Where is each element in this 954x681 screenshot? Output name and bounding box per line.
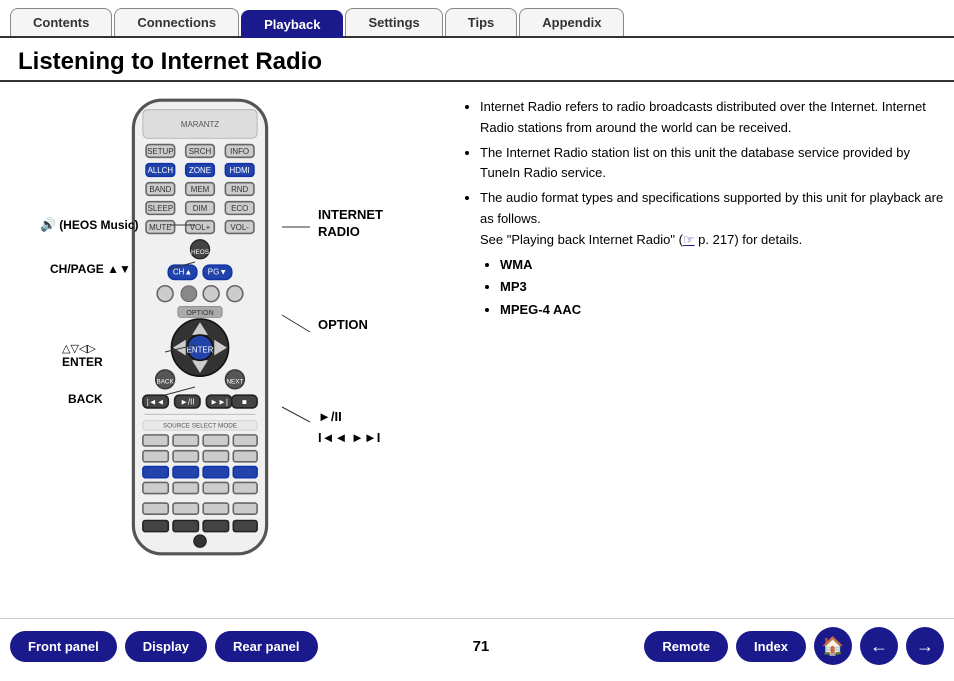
svg-text:VOL+: VOL+	[190, 223, 211, 232]
bullet-list: Internet Radio refers to radio broadcast…	[460, 97, 944, 321]
svg-text:►/II: ►/II	[180, 398, 194, 407]
bullet-2: The Internet Radio station list on this …	[480, 143, 944, 185]
svg-text:SLEEP: SLEEP	[148, 204, 174, 213]
tab-tips[interactable]: Tips	[445, 8, 518, 36]
svg-text:HDMI: HDMI	[230, 166, 250, 175]
front-panel-button[interactable]: Front panel	[10, 631, 117, 662]
remote-area: MARANTZ SETUP SRCH INFO ALLCH ZONE HDMI	[40, 97, 420, 587]
svg-text:ZONE: ZONE	[189, 166, 211, 175]
label-heos-music: 🔊 (HEOS Music)	[40, 217, 139, 233]
page-number: 71	[473, 638, 490, 655]
rear-panel-button[interactable]: Rear panel	[215, 631, 317, 662]
label-internet-radio: INTERNET RADIO	[318, 207, 383, 241]
svg-text:ALLCH: ALLCH	[148, 166, 174, 175]
format-mpeg4aac: MPEG-4 AAC	[500, 300, 944, 321]
home-button[interactable]: 🏠	[814, 627, 852, 665]
svg-text:MUTE: MUTE	[149, 223, 171, 232]
svg-text:RND: RND	[231, 185, 248, 194]
format-wma: WMA	[500, 255, 944, 276]
label-ch-page: CH/PAGE ▲▼	[50, 262, 131, 276]
svg-text:MARANTZ: MARANTZ	[181, 120, 219, 129]
svg-text:SETUP: SETUP	[147, 147, 173, 156]
remote-diagram-section: MARANTZ SETUP SRCH INFO ALLCH ZONE HDMI	[10, 92, 450, 587]
svg-text:NEXT: NEXT	[226, 378, 243, 385]
format-list: WMA MP3 MPEG-4 AAC	[480, 255, 944, 321]
display-button[interactable]: Display	[125, 631, 207, 662]
svg-text:INFO: INFO	[230, 147, 249, 156]
svg-text:■: ■	[242, 398, 247, 407]
top-navigation: Contents Connections Playback Settings T…	[0, 8, 954, 38]
bottom-right-buttons: Remote Index 🏠 ← →	[644, 627, 944, 665]
label-playback-controls: ►/II I◄◄ ►►I	[318, 407, 380, 449]
tab-appendix[interactable]: Appendix	[519, 8, 624, 36]
label-back: BACK	[68, 392, 103, 406]
tab-connections[interactable]: Connections	[114, 8, 239, 36]
svg-text:ECO: ECO	[231, 204, 248, 213]
page-title: Listening to Internet Radio	[0, 38, 954, 82]
index-button[interactable]: Index	[736, 631, 806, 662]
svg-text:DIM: DIM	[193, 204, 208, 213]
svg-text:CH▲: CH▲	[173, 268, 192, 277]
main-content: MARANTZ SETUP SRCH INFO ALLCH ZONE HDMI	[0, 82, 954, 592]
bottom-left-buttons: Front panel Display Rear panel	[10, 631, 318, 662]
svg-text:|◄◄: |◄◄	[147, 398, 165, 407]
tab-playback[interactable]: Playback	[241, 10, 343, 38]
svg-text:BACK: BACK	[156, 378, 174, 385]
remote-button[interactable]: Remote	[644, 631, 728, 662]
format-mp3: MP3	[500, 277, 944, 298]
svg-text:VOL-: VOL-	[230, 223, 249, 232]
svg-text:ENTER: ENTER	[187, 345, 214, 354]
forward-nav-button[interactable]: →	[906, 627, 944, 665]
svg-text:MEM: MEM	[191, 185, 209, 194]
svg-text:SRCH: SRCH	[189, 147, 212, 156]
tab-settings[interactable]: Settings	[345, 8, 442, 36]
info-section: Internet Radio refers to radio broadcast…	[450, 92, 944, 587]
note-link[interactable]: ☞	[683, 232, 695, 247]
bottom-navigation: Front panel Display Rear panel 71 Remote…	[0, 618, 954, 673]
back-nav-button[interactable]: ←	[860, 627, 898, 665]
svg-text:HEOS: HEOS	[191, 249, 209, 256]
label-option: OPTION	[318, 317, 368, 332]
svg-text:►►|: ►►|	[210, 398, 228, 407]
svg-text:PG▼: PG▼	[208, 268, 227, 277]
bullet-1: Internet Radio refers to radio broadcast…	[480, 97, 944, 139]
label-enter: △▽◁▷ ENTER	[62, 342, 103, 369]
bullet-3: The audio format types and specification…	[480, 188, 944, 321]
svg-text:BAND: BAND	[149, 185, 171, 194]
heos-icon: 🔊	[40, 217, 56, 233]
remote-image: MARANTZ SETUP SRCH INFO ALLCH ZONE HDMI	[120, 97, 280, 557]
svg-text:SOURCE SELECT MODE: SOURCE SELECT MODE	[163, 423, 237, 430]
tab-contents[interactable]: Contents	[10, 8, 112, 36]
svg-text:OPTION: OPTION	[186, 309, 213, 317]
